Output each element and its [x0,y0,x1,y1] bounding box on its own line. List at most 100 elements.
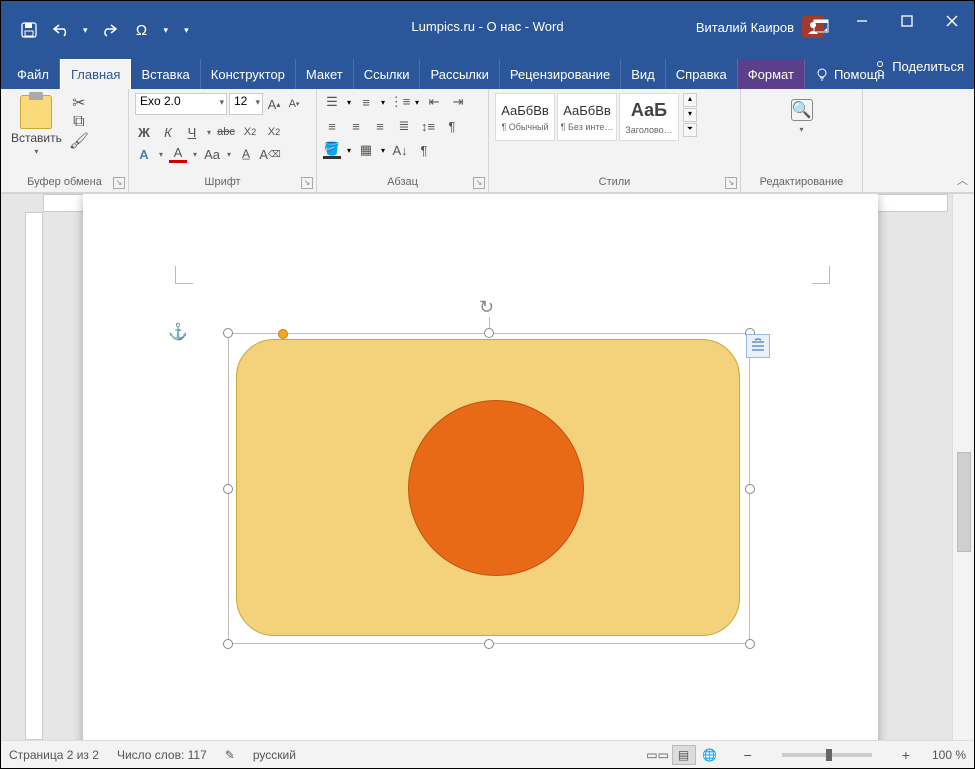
undo-dropdown-icon[interactable]: ▾ [83,25,88,36]
tab-view[interactable]: Вид [621,59,666,89]
resize-handle-tm[interactable] [484,328,494,338]
tab-review[interactable]: Рецензирование [500,59,621,89]
print-layout-icon[interactable]: ▤ [672,745,696,765]
change-case-dropdown-icon[interactable]: ▾ [227,150,231,159]
line-spacing-icon[interactable]: ↕≡ [419,117,437,135]
zoom-slider[interactable] [782,753,872,757]
status-language[interactable]: русский [253,748,296,762]
share-button[interactable]: Поделиться [873,59,964,74]
paste-dropdown-icon[interactable]: ▾ [34,147,38,156]
status-page[interactable]: Страница 2 из 2 [9,748,99,762]
underline-button[interactable]: Ч [183,123,201,141]
tab-format[interactable]: Формат [738,59,805,89]
collapse-ribbon-icon[interactable]: ︿ [957,172,968,188]
font-size-combo[interactable]: 12▾ [229,93,263,115]
style-heading1[interactable]: АаБ Заголово… [619,93,679,141]
clear-formatting-icon[interactable]: A⌫ [261,145,279,163]
ribbon-display-options-icon[interactable] [806,11,836,41]
paste-button[interactable]: Вставить ▾ [7,93,66,158]
tab-design[interactable]: Конструктор [201,59,296,89]
close-button[interactable] [929,1,974,41]
copy-icon[interactable]: ⧉ [70,114,88,130]
redo-icon[interactable] [100,20,120,40]
show-formatting-icon[interactable]: ¶ [415,141,433,159]
styles-scroll-up-icon[interactable]: ▴ [683,93,697,107]
align-left-icon[interactable]: ≡ [323,117,341,135]
increase-indent-icon[interactable]: ⇥ [449,93,467,111]
zoom-slider-thumb[interactable] [826,749,832,761]
status-word-count[interactable]: Число слов: 117 [117,748,207,762]
font-color-icon[interactable]: А [169,145,187,163]
shading-icon[interactable]: 🪣 [323,141,341,159]
tab-insert[interactable]: Вставка [131,59,200,89]
zoom-in-button[interactable]: + [898,747,914,763]
tab-layout[interactable]: Макет [296,59,354,89]
zoom-out-button[interactable]: − [740,747,756,763]
change-case-icon[interactable]: Aa [203,145,221,163]
underline-dropdown-icon[interactable]: ▾ [207,128,211,137]
align-center-icon[interactable]: ≡ [347,117,365,135]
spellcheck-icon[interactable]: ✎ [225,748,235,762]
rotate-handle-icon[interactable]: ↻ [479,297,499,317]
italic-button[interactable]: К [159,123,177,141]
resize-handle-mr[interactable] [745,484,755,494]
circle-shape[interactable] [408,400,584,576]
anchor-icon[interactable]: ⚓ [168,322,188,342]
undo-icon[interactable] [51,20,71,40]
vertical-scrollbar[interactable] [952,194,974,740]
multilevel-dropdown-icon[interactable]: ▾ [415,98,419,107]
shading-dropdown-icon[interactable]: ▾ [347,146,351,155]
tab-mailings[interactable]: Рассылки [420,59,499,89]
font-name-combo[interactable]: Exo 2.0▾ [135,93,227,115]
styles-expand-icon[interactable]: ⏷ [683,123,697,137]
save-icon[interactable] [19,20,39,40]
show-marks-icon[interactable]: ¶ [443,117,461,135]
symbol-icon[interactable]: Ω [132,20,152,40]
font-dialog-launcher[interactable]: ↘ [301,177,313,189]
shape-selection[interactable]: ↻ [228,333,750,644]
tab-file[interactable]: Файл [7,59,60,89]
bullets-icon[interactable]: ☰ [323,93,341,111]
maximize-button[interactable] [884,1,929,41]
superscript-button[interactable]: X2 [265,123,283,141]
multilevel-list-icon[interactable]: ⋮≡ [391,93,409,111]
strikethrough-button[interactable]: abc [217,123,235,141]
style-no-spacing[interactable]: АаБбВв ¶ Без инте… [557,93,617,141]
numbering-icon[interactable]: ≡ [357,93,375,111]
clipboard-dialog-launcher[interactable]: ↘ [113,177,125,189]
justify-icon[interactable]: ≣ [395,117,413,135]
format-painter-icon[interactable]: 🖌 [70,133,88,149]
borders-dropdown-icon[interactable]: ▾ [381,146,385,155]
numbering-dropdown-icon[interactable]: ▾ [381,98,385,107]
grow-font-icon[interactable]: A▴ [265,95,283,113]
qat-customize-icon[interactable]: ▾ [184,25,189,36]
char-shading-icon[interactable]: A̲ [237,145,255,163]
web-layout-icon[interactable]: 🌐 [698,745,722,765]
resize-handle-bm[interactable] [484,639,494,649]
layout-options-button[interactable] [746,334,770,358]
resize-handle-ml[interactable] [223,484,233,494]
zoom-level[interactable]: 100 % [932,748,966,762]
text-effects-dropdown-icon[interactable]: ▾ [159,150,163,159]
subscript-button[interactable]: X2 [241,123,259,141]
resize-handle-tl[interactable] [223,328,233,338]
adjustment-handle[interactable] [278,329,288,339]
text-effects-icon[interactable]: A [135,145,153,163]
read-mode-icon[interactable]: ▭▭ [646,745,670,765]
bullets-dropdown-icon[interactable]: ▾ [347,98,351,107]
font-color-dropdown-icon[interactable]: ▾ [193,150,197,159]
styles-scroll-down-icon[interactable]: ▾ [683,108,697,122]
sort-icon[interactable]: A↓ [391,141,409,159]
minimize-button[interactable] [839,1,884,41]
resize-handle-bl[interactable] [223,639,233,649]
align-right-icon[interactable]: ≡ [371,117,389,135]
find-button[interactable]: 🔍 ▾ [747,93,856,140]
tab-help[interactable]: Справка [666,59,738,89]
resize-handle-br[interactable] [745,639,755,649]
symbol-dropdown-icon[interactable]: ▾ [164,25,169,36]
cut-icon[interactable]: ✂ [70,95,88,111]
tab-home[interactable]: Главная [60,59,131,89]
vertical-ruler[interactable] [25,212,43,740]
shrink-font-icon[interactable]: A▾ [285,95,303,113]
style-normal[interactable]: АаБбВв ¶ Обычный [495,93,555,141]
